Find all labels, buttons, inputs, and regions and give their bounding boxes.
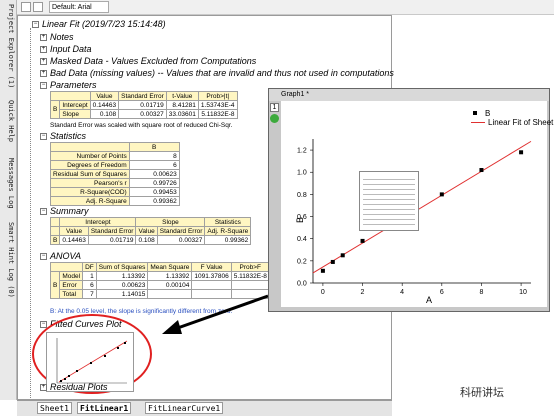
collapse-icon[interactable]: − xyxy=(40,253,47,261)
graph-title-bar[interactable]: Graph1 * xyxy=(269,89,549,101)
tools-icon[interactable] xyxy=(21,2,31,12)
report-title-node[interactable]: − Linear Fit (2019/7/23 15:14:48) xyxy=(32,19,166,29)
y-tick-label: 1.0 xyxy=(297,170,307,177)
tab-sheet1[interactable]: Sheet1 xyxy=(37,402,72,414)
watermark-text: 科研讲坛 xyxy=(460,387,504,399)
anova-section[interactable]: − ANOVA xyxy=(40,251,81,261)
y-tick-label: 1.2 xyxy=(297,148,307,155)
x-tick-label: 6 xyxy=(440,289,444,296)
summary-table: Intercept Slope Statistics Value Standar… xyxy=(49,217,252,245)
data-point xyxy=(519,150,524,155)
x-tick-label: 2 xyxy=(361,289,365,296)
tab-fitlinearcurve1[interactable]: FitLinearCurve1 xyxy=(145,402,224,414)
notes-node[interactable]: + Notes xyxy=(40,32,74,42)
expand-icon[interactable]: + xyxy=(40,384,47,392)
x-axis-label: A xyxy=(426,295,432,305)
parameters-table: Value Standard Error t-Value Prob>|t| B … xyxy=(49,91,238,119)
quick-help-tab[interactable]: Quick Help xyxy=(1,100,15,142)
input-data-node[interactable]: + Input Data xyxy=(40,44,92,54)
y-tick-label: 0.4 xyxy=(297,236,307,243)
left-dock-bar: Project Explorer (1) Quick Help Messages… xyxy=(0,0,17,400)
data-point xyxy=(330,259,335,264)
x-tick-label: 10 xyxy=(519,289,527,296)
messages-log-tab[interactable]: Messages Log xyxy=(1,158,15,209)
annotation-arrow xyxy=(162,294,269,334)
project-explorer-tab[interactable]: Project Explorer (1) xyxy=(1,4,15,88)
summary-section[interactable]: − Summary xyxy=(40,206,89,216)
fit-line xyxy=(312,140,532,274)
x-tick-label: 8 xyxy=(479,289,483,296)
statistics-table: B Number of Points 8 Degrees of Freedom 6 … xyxy=(50,142,180,206)
status-dot-icon xyxy=(270,114,279,123)
bad-data-node[interactable]: + Bad Data (missing values) -- Values tha… xyxy=(40,68,394,78)
collapse-icon[interactable]: − xyxy=(40,82,47,90)
collapse-icon[interactable]: − xyxy=(40,208,47,216)
legend[interactable]: B Linear Fit of Sheet xyxy=(471,109,553,127)
residual-section[interactable]: + Residual Plots xyxy=(40,382,108,392)
statistics-section[interactable]: − Statistics xyxy=(40,131,86,141)
x-tick-label: 4 xyxy=(400,289,404,296)
graph-page[interactable]: 0 2 4 6 8 10 0.0 0.2 0.4 0.6 0.8 1.0 1.2 B A B Linea… xyxy=(281,101,553,307)
parameters-note: Standard Error was scaled with square ro… xyxy=(50,122,233,129)
data-point xyxy=(439,192,444,197)
smart-hint-log-tab[interactable]: Smart Hint Log (0) xyxy=(1,222,15,298)
y-axis-label: B xyxy=(295,217,305,223)
masked-data-node[interactable]: + Masked Data - Values Excluded from Comp… xyxy=(40,56,256,66)
pointer-icon[interactable] xyxy=(33,2,43,12)
legend-item-fit: Linear Fit of Sheet xyxy=(471,118,553,127)
data-point xyxy=(360,238,365,243)
parameters-section[interactable]: − Parameters xyxy=(40,80,97,90)
x-tick-label: 0 xyxy=(321,289,325,296)
data-point xyxy=(340,253,345,258)
expand-icon[interactable]: + xyxy=(40,70,47,78)
graph-window: Graph1 * 1 0 2 4 6 8 10 0.0 0.2 0.4 0.6 0.8 1.0 1.2 … xyxy=(268,88,553,312)
data-point xyxy=(479,168,484,173)
expand-icon[interactable]: + xyxy=(40,46,47,54)
y-tick-label: 0.2 xyxy=(297,258,307,265)
expand-icon[interactable]: + xyxy=(40,58,47,66)
expand-icon[interactable]: + xyxy=(40,34,47,42)
data-point xyxy=(320,268,325,273)
y-tick-label: 0.8 xyxy=(297,192,307,199)
layer-number-icon[interactable]: 1 xyxy=(270,103,279,112)
report-title: Linear Fit (2019/7/23 15:14:48) xyxy=(42,19,166,29)
font-select[interactable]: Default: Arial xyxy=(49,1,109,13)
y-tick-label: 0.0 xyxy=(297,281,307,288)
fit-table-thumbnail[interactable] xyxy=(359,171,419,231)
legend-item-b: B xyxy=(471,109,553,118)
sheet-tab-bar: Sheet1 FitLinear1 FitLinearCurve1 xyxy=(17,400,392,416)
tab-fitlinear1[interactable]: FitLinear1 xyxy=(77,402,132,414)
format-toolbar: Default: Arial xyxy=(17,0,554,15)
collapse-icon[interactable]: − xyxy=(32,21,39,29)
collapse-icon[interactable]: − xyxy=(40,133,47,141)
